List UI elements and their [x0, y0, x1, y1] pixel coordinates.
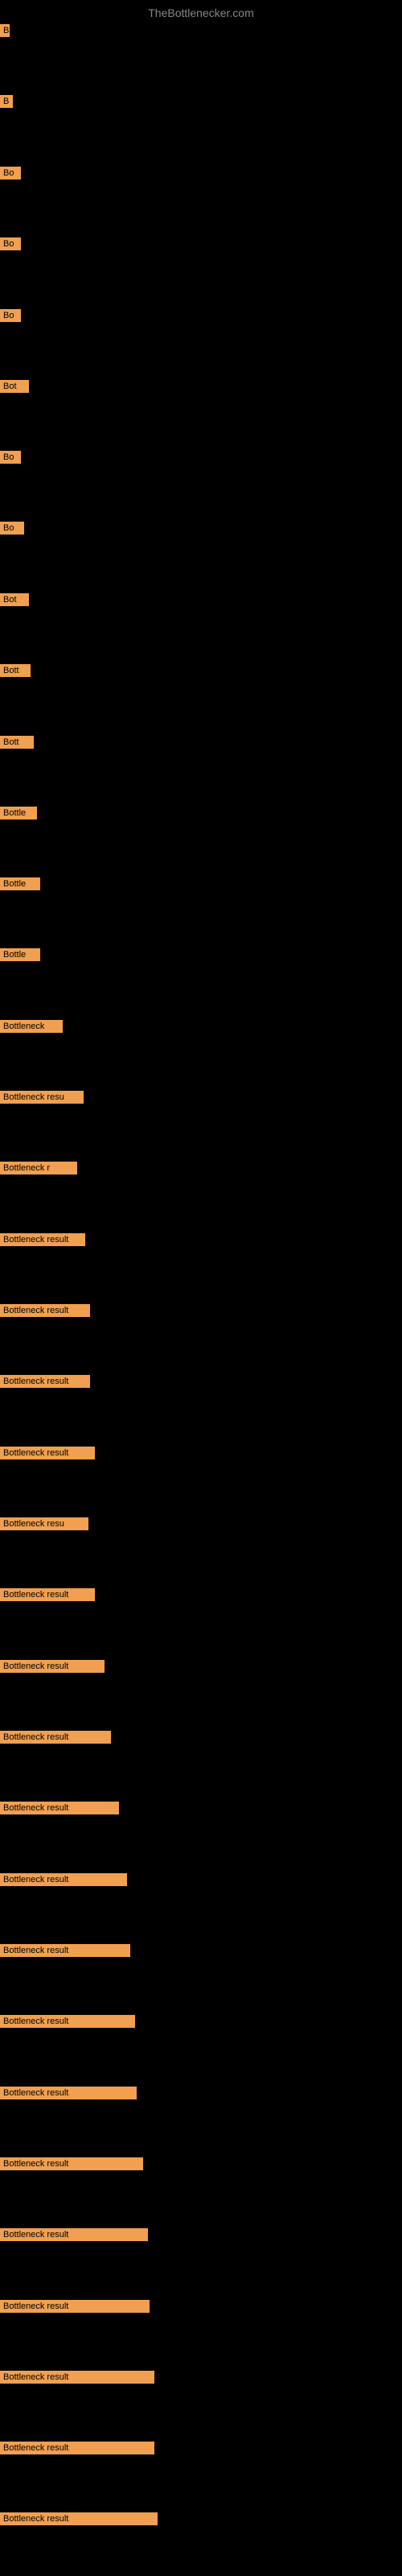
bar-label: Bot	[0, 593, 29, 606]
bar-label: Bottleneck result	[0, 1802, 119, 1814]
bar-label: Bottleneck result	[0, 1731, 111, 1744]
bar-item: Bottleneck result	[0, 1731, 111, 1748]
bar-label: Bo	[0, 309, 21, 322]
bar-item: Bottleneck resu	[0, 1517, 88, 1534]
bar-item: Bottleneck result	[0, 2087, 137, 2103]
bar-label: Bottleneck result	[0, 2015, 135, 2028]
bar-item: Bott	[0, 736, 34, 753]
bar-label: Bottleneck result	[0, 1375, 90, 1388]
bar-label: Bottleneck result	[0, 1588, 95, 1601]
bar-label: Bottleneck result	[0, 2087, 137, 2099]
bar-label: B	[0, 95, 13, 108]
bar-item: Bo	[0, 237, 21, 254]
bar-item: Bottleneck result	[0, 2442, 154, 2458]
bar-item: Bottleneck result	[0, 2015, 135, 2032]
bar-item: Bottleneck result	[0, 1873, 127, 1890]
bar-item: Bottleneck result	[0, 1304, 90, 1321]
bar-label: Bottleneck	[0, 1020, 63, 1033]
bar-item: Bottleneck result	[0, 1375, 90, 1392]
bar-item: Bottle	[0, 877, 40, 894]
bar-label: Bottleneck result	[0, 1873, 127, 1886]
bar-label: Bottleneck result	[0, 2228, 148, 2241]
bar-item: Bot	[0, 380, 29, 397]
bar-label: Bottleneck result	[0, 2512, 158, 2525]
bar-item: Bo	[0, 451, 21, 468]
bar-label: Bottleneck r	[0, 1162, 77, 1174]
bar-item: Bottleneck result	[0, 1660, 105, 1677]
bar-item: Bo	[0, 309, 21, 326]
bar-item: Bottleneck result	[0, 2371, 154, 2388]
site-title: TheBottlenecker.com	[0, 0, 402, 23]
bar-label: Bottleneck result	[0, 2442, 154, 2454]
bar-label: B	[0, 24, 10, 37]
bar-label: Bo	[0, 451, 21, 464]
bar-label: Bo	[0, 167, 21, 180]
bar-label: Bottleneck result	[0, 1304, 90, 1317]
bar-item: Bottleneck result	[0, 1944, 130, 1961]
bar-label: Bottle	[0, 877, 40, 890]
bar-label: Bottleneck result	[0, 1944, 130, 1957]
bar-item: B	[0, 95, 13, 112]
bar-item: B	[0, 24, 10, 41]
bar-label: Bottleneck resu	[0, 1517, 88, 1530]
bar-label: Bot	[0, 380, 29, 393]
bar-label: Bottleneck result	[0, 1233, 85, 1246]
bar-label: Bottle	[0, 807, 37, 819]
bar-item: Bottleneck result	[0, 2300, 150, 2317]
bar-label: Bott	[0, 736, 34, 749]
bar-label: Bottleneck result	[0, 1660, 105, 1673]
bar-item: Bot	[0, 593, 29, 610]
bar-item: Bottleneck	[0, 1020, 63, 1037]
bar-item: Bottleneck result	[0, 2512, 158, 2529]
bar-label: Bottleneck result	[0, 2371, 154, 2384]
bar-item: Bottleneck result	[0, 1233, 85, 1250]
bar-item: Bottleneck resu	[0, 1091, 84, 1108]
bar-label: Bo	[0, 522, 24, 535]
bar-item: Bo	[0, 522, 24, 539]
bar-label: Bottleneck resu	[0, 1091, 84, 1104]
bar-label: Bottle	[0, 948, 40, 961]
bar-item: Bottleneck result	[0, 1802, 119, 1818]
bar-label: Bottleneck result	[0, 1447, 95, 1459]
bar-item: Bottleneck result	[0, 1588, 95, 1605]
bar-item: Bottleneck result	[0, 2228, 148, 2245]
bar-label: Bottleneck result	[0, 2157, 143, 2170]
bar-label: Bo	[0, 237, 21, 250]
bar-item: Bottleneck result	[0, 2157, 143, 2174]
bar-label: Bott	[0, 664, 31, 677]
bar-item: Bottle	[0, 807, 37, 824]
bar-item: Bott	[0, 664, 31, 681]
bar-item: Bottle	[0, 948, 40, 965]
bar-label: Bottleneck result	[0, 2300, 150, 2313]
bar-item: Bottleneck result	[0, 1447, 95, 1463]
bar-item: Bo	[0, 167, 21, 184]
bar-item: Bottleneck r	[0, 1162, 77, 1179]
